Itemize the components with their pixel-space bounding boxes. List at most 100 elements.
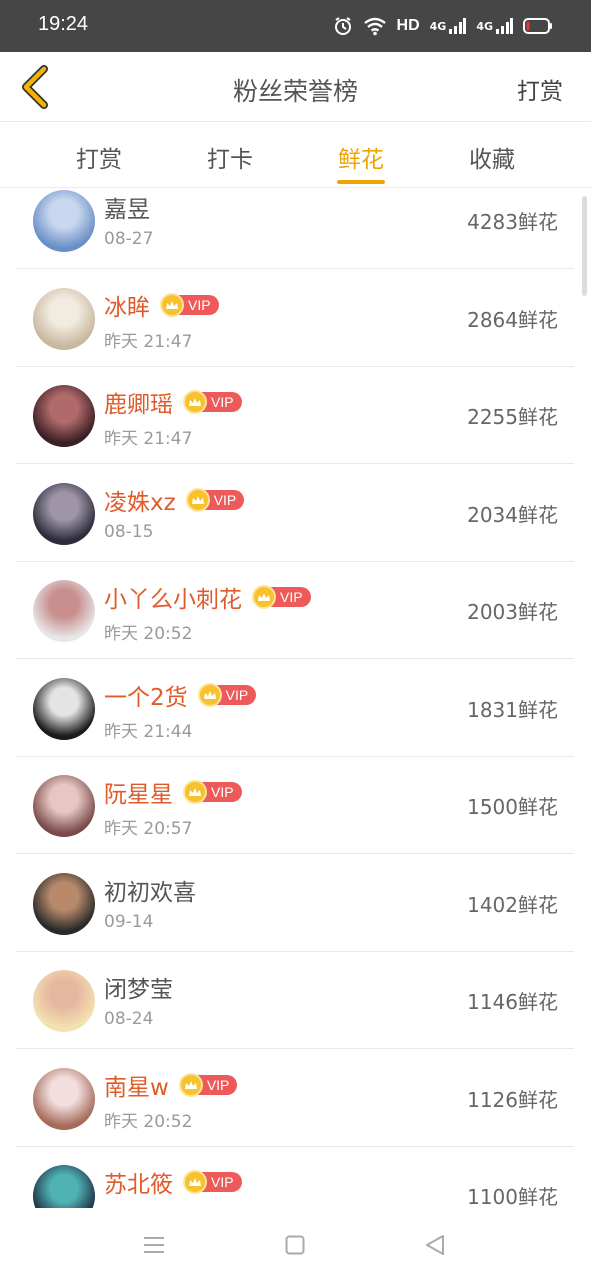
- avatar[interactable]: [33, 872, 95, 935]
- back-nav-button[interactable]: [420, 1230, 450, 1260]
- crown-icon: [252, 585, 276, 609]
- user-name: 阮星星: [104, 782, 173, 808]
- user-name: 凌姝xz: [104, 489, 176, 516]
- user-name: 鹿卿瑶: [104, 392, 173, 418]
- timestamp: 08-24: [104, 1009, 154, 1029]
- status-icons: HD 4G 4G: [333, 14, 553, 38]
- timestamp: 昨天 20:52: [104, 1111, 193, 1132]
- system-nav-bar: [0, 1208, 591, 1280]
- vip-badge: VIP: [252, 585, 311, 609]
- avatar[interactable]: [33, 580, 95, 642]
- menu-icon: [144, 1237, 164, 1253]
- name-line: 冰眸 VIP: [104, 290, 219, 321]
- signal-icon: 4G: [430, 17, 467, 35]
- list-item[interactable]: 凌姝xz VIP 08-15 2034鲜花: [16, 465, 574, 562]
- user-name: 一个2货: [104, 684, 188, 711]
- crown-icon: [183, 780, 207, 804]
- avatar[interactable]: [33, 1165, 95, 1208]
- timestamp: 08-27: [104, 229, 154, 249]
- status-time: 19:24: [38, 13, 89, 35]
- list-item[interactable]: 小丫么小刺花 VIP 昨天 20:52 2003鲜花: [16, 562, 574, 659]
- crown-icon: [185, 487, 210, 512]
- user-name: 南星w: [104, 1074, 169, 1101]
- vip-badge: VIP: [197, 682, 257, 707]
- avatar[interactable]: [33, 385, 95, 447]
- signal-label-2: 4G: [476, 19, 493, 33]
- list-item[interactable]: 嘉昱 08-27 4283鲜花: [16, 188, 574, 269]
- crown-icon: [160, 292, 184, 317]
- list-item[interactable]: 闭梦莹 08-24 1146鲜花: [16, 952, 574, 1049]
- avatar[interactable]: [33, 775, 95, 837]
- menu-button[interactable]: [139, 1230, 169, 1260]
- list-item[interactable]: 冰眸 VIP 昨天 21:47 2864鲜花: [16, 270, 574, 367]
- avatar[interactable]: [33, 970, 95, 1032]
- flower-count: 1831鲜花: [467, 697, 558, 722]
- vip-badge: VIP: [183, 390, 242, 414]
- timestamp: 09-14: [104, 911, 154, 932]
- user-name: 闭梦莹: [104, 977, 173, 1003]
- tab-label: 打赏: [76, 147, 122, 173]
- list-item[interactable]: 鹿卿瑶 VIP 昨天 21:47 2255鲜花: [16, 367, 574, 464]
- tab-bar: 打赏 打卡 鲜花 收藏: [0, 122, 591, 188]
- home-button[interactable]: [280, 1230, 310, 1260]
- nav-bar: 粉丝荣誉榜 打赏: [0, 52, 591, 122]
- flower-count: 2003鲜花: [467, 600, 558, 624]
- crown-icon: [178, 1072, 203, 1097]
- name-line: 南星w VIP: [104, 1070, 238, 1101]
- user-name: 小丫么小刺花: [104, 587, 242, 613]
- list-item[interactable]: 南星w VIP 昨天 20:52 1126鲜花: [16, 1050, 574, 1147]
- signal-label: 4G: [429, 19, 447, 33]
- tab-checkin[interactable]: 打卡: [190, 140, 270, 188]
- name-line: 闭梦莹: [104, 972, 173, 1003]
- page-title: 粉丝荣誉榜: [232, 77, 358, 106]
- name-line: 一个2货 VIP: [104, 680, 257, 711]
- avatar[interactable]: [33, 482, 95, 545]
- name-line: 苏北筱 VIP: [104, 1167, 242, 1198]
- signal-icon-2: 4G: [476, 17, 513, 35]
- avatar[interactable]: [33, 677, 95, 740]
- avatar[interactable]: [33, 1067, 95, 1130]
- flower-count: 1500鲜花: [467, 795, 558, 819]
- tab-label: 鲜花: [338, 147, 384, 173]
- flower-count: 1402鲜花: [467, 892, 558, 917]
- name-line: 嘉昱: [104, 192, 150, 223]
- wifi-icon: [363, 16, 387, 36]
- avatar[interactable]: [33, 190, 95, 252]
- user-name: 初初欢喜: [104, 879, 196, 906]
- flower-count: 2255鲜花: [467, 405, 558, 429]
- tab-flowers[interactable]: 鲜花: [321, 140, 401, 188]
- tab-favorites[interactable]: 收藏: [452, 140, 532, 188]
- tab-label: 打卡: [207, 147, 253, 173]
- list-item[interactable]: 一个2货 VIP 昨天 21:44 1831鲜花: [16, 660, 574, 757]
- user-name: 冰眸: [104, 294, 150, 321]
- reward-button[interactable]: 打赏: [517, 72, 563, 106]
- ranking-list[interactable]: 嘉昱 08-27 4283鲜花 冰眸 VIP 昨天 21:47 2864鲜花 鹿卿瑶 VIP 昨天…: [0, 188, 591, 1208]
- timestamp: 昨天 20:57: [104, 819, 193, 839]
- user-name: 嘉昱: [104, 197, 150, 223]
- timestamp: 昨天 20:52: [104, 624, 193, 644]
- crown-icon: [183, 1170, 207, 1194]
- vip-badge: VIP: [183, 1170, 242, 1194]
- name-line: 小丫么小刺花 VIP: [104, 582, 311, 613]
- crown-icon: [183, 390, 207, 414]
- timestamp: 昨天 21:47: [104, 429, 193, 449]
- battery-icon: [523, 17, 553, 35]
- active-tab-indicator: [337, 180, 385, 184]
- list-item[interactable]: 阮星星 VIP 昨天 20:57 1500鲜花: [16, 757, 574, 854]
- home-square-icon: [285, 1235, 305, 1255]
- timestamp: 昨天 21:47: [104, 331, 193, 352]
- avatar[interactable]: [33, 287, 95, 350]
- list-item[interactable]: 初初欢喜 09-14 1402鲜花: [16, 855, 574, 952]
- tab-label: 收藏: [469, 147, 515, 173]
- flower-count: 2864鲜花: [467, 307, 558, 332]
- vip-badge: VIP: [160, 292, 219, 317]
- list-item[interactable]: 苏北筱 VIP 1100鲜花: [16, 1147, 574, 1208]
- name-line: 初初欢喜: [104, 875, 196, 906]
- crown-icon: [197, 682, 222, 707]
- tab-reward[interactable]: 打赏: [59, 140, 139, 188]
- vip-badge: VIP: [178, 1072, 238, 1097]
- name-line: 凌姝xz VIP: [104, 485, 245, 516]
- timestamp: 08-15: [104, 521, 154, 542]
- scrollbar[interactable]: [582, 196, 587, 296]
- vip-badge: VIP: [185, 487, 245, 512]
